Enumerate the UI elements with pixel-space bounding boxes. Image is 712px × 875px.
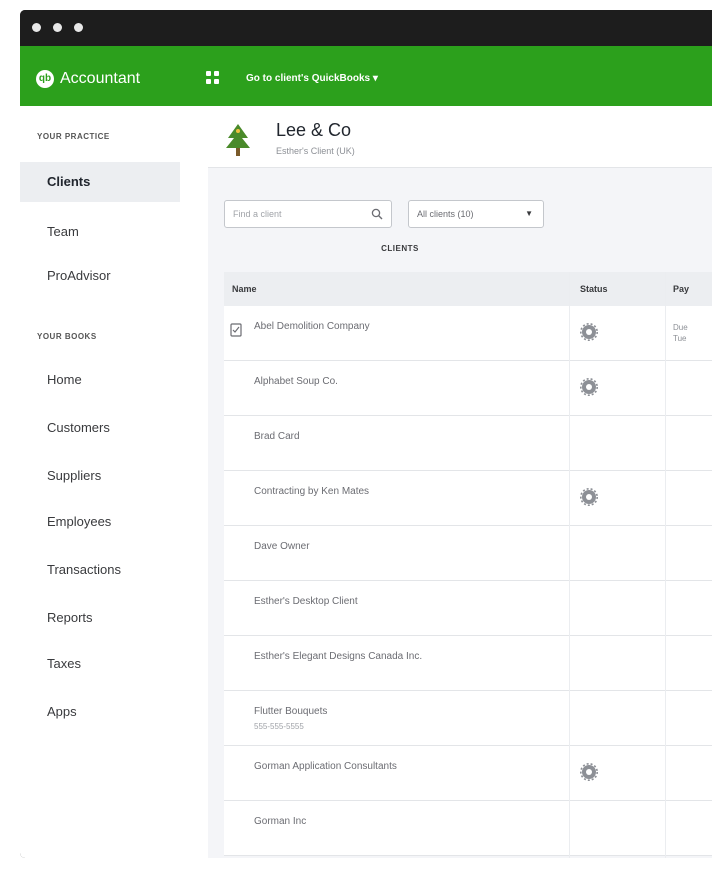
client-filter-dropdown[interactable]: All clients (10) ▼ bbox=[408, 200, 544, 228]
sidebar-item-proadvisor[interactable]: ProAdvisor bbox=[20, 256, 180, 296]
minimize-window-button[interactable] bbox=[53, 23, 62, 32]
table-row[interactable]: Flutter Bouquets 555-555-5555 bbox=[224, 691, 712, 746]
apps-grid-icon[interactable] bbox=[206, 71, 220, 85]
sidebar-item-transactions[interactable]: Transactions bbox=[20, 550, 180, 590]
sidebar-item-customers[interactable]: Customers bbox=[20, 408, 180, 448]
sidebar-item-team[interactable]: Team bbox=[20, 212, 180, 252]
column-divider bbox=[665, 272, 666, 858]
client-name-cell[interactable]: Esther's Desktop Client bbox=[254, 596, 358, 607]
status-gear-icon[interactable] bbox=[580, 488, 598, 506]
close-window-button[interactable] bbox=[32, 23, 41, 32]
client-name-cell[interactable]: Alphabet Soup Co. bbox=[254, 376, 338, 387]
search-placeholder: Find a client bbox=[233, 209, 282, 219]
company-switcher-link[interactable]: Go to client's QuickBooks ▾ bbox=[246, 73, 378, 84]
client-name-cell[interactable]: Brad Card bbox=[254, 431, 300, 442]
client-search-input[interactable]: Find a client bbox=[224, 200, 392, 228]
table-row[interactable]: Contracting by Ken Mates bbox=[224, 471, 712, 526]
table-row[interactable]: Alphabet Soup Co. bbox=[224, 361, 712, 416]
client-name-cell[interactable]: Esther's Elegant Designs Canada Inc. bbox=[254, 651, 422, 662]
column-header-pay[interactable]: Pay bbox=[673, 272, 689, 306]
top-app-bar: qb Accountant Go to client's QuickBooks … bbox=[20, 46, 712, 106]
column-header-name[interactable]: Name bbox=[232, 272, 257, 306]
tree-logo-icon bbox=[226, 124, 250, 156]
client-name-cell[interactable]: Contracting by Ken Mates bbox=[254, 486, 369, 497]
status-gear-icon[interactable] bbox=[580, 763, 598, 781]
status-gear-icon[interactable] bbox=[580, 323, 598, 341]
zoom-window-button[interactable] bbox=[74, 23, 83, 32]
client-name: Lee & Co bbox=[276, 120, 352, 140]
client-header: Lee & Co Esther's Client (UK) bbox=[208, 106, 712, 168]
table-row[interactable]: Gorman Application Consultants bbox=[224, 746, 712, 801]
table-row[interactable]: Esther's Desktop Client bbox=[224, 581, 712, 636]
pay-status-cell: Due Tue bbox=[673, 323, 688, 343]
table-row[interactable]: Dave Owner bbox=[224, 526, 712, 581]
client-phone-cell: 555-555-5555 bbox=[254, 722, 304, 731]
sidebar-item-taxes[interactable]: Taxes bbox=[20, 644, 180, 684]
client-name-cell[interactable]: Flutter Bouquets bbox=[254, 706, 327, 717]
table-row[interactable]: Brad Card bbox=[224, 416, 712, 471]
table-header: Name Status Pay bbox=[224, 272, 712, 306]
app-window: qb Accountant Go to client's QuickBooks … bbox=[20, 10, 712, 858]
sidebar-item-suppliers[interactable]: Suppliers bbox=[20, 456, 180, 496]
main-content: Lee & Co Esther's Client (UK) Find a cli… bbox=[208, 106, 712, 858]
client-subtitle: Esther's Client (UK) bbox=[276, 146, 355, 156]
table-row[interactable]: Abel Demolition Company Due Tue bbox=[224, 306, 712, 361]
table-row[interactable]: Esther's Elegant Designs Canada Inc. bbox=[224, 636, 712, 691]
quickbooks-logo-icon: qb bbox=[36, 70, 54, 88]
search-icon[interactable] bbox=[371, 208, 383, 220]
sidebar-item-employees[interactable]: Employees bbox=[20, 502, 180, 542]
client-name-cell[interactable]: Gorman Inc bbox=[254, 816, 306, 827]
client-name-cell[interactable]: Gorman Application Consultants bbox=[254, 761, 397, 772]
sidebar-item-clients[interactable]: Clients bbox=[20, 162, 180, 202]
column-header-status[interactable]: Status bbox=[580, 272, 608, 306]
title-bar bbox=[20, 10, 712, 46]
your-books-heading: YOUR BOOKS bbox=[37, 332, 97, 341]
your-practice-heading: YOUR PRACTICE bbox=[37, 132, 110, 141]
table-row[interactable]: Gorman Inc bbox=[224, 801, 712, 856]
tab-clients[interactable]: CLIENTS bbox=[224, 238, 576, 260]
document-check-icon[interactable] bbox=[230, 323, 242, 337]
caret-down-icon: ▼ bbox=[525, 209, 533, 218]
sidebar-item-reports[interactable]: Reports bbox=[20, 598, 180, 638]
status-gear-icon[interactable] bbox=[580, 378, 598, 396]
sidebar-item-apps[interactable]: Apps bbox=[20, 692, 180, 732]
brand-title: Accountant bbox=[60, 70, 141, 87]
sidebar-item-home[interactable]: Home bbox=[20, 360, 180, 400]
filter-selected-value: All clients (10) bbox=[417, 209, 474, 219]
client-name-cell[interactable]: Dave Owner bbox=[254, 541, 310, 552]
client-name-cell[interactable]: Abel Demolition Company bbox=[254, 321, 370, 332]
left-navigation: YOUR PRACTICE Clients Team ProAdvisor YO… bbox=[20, 106, 208, 858]
column-divider bbox=[569, 272, 570, 858]
